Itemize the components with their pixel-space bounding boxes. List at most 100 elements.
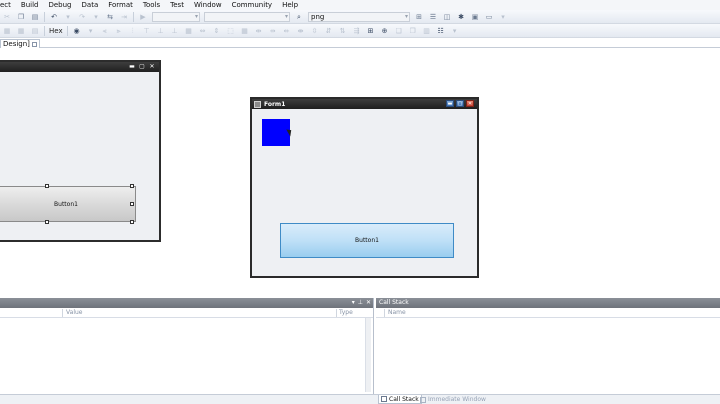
toggle-icon[interactable]: ▤ bbox=[30, 26, 40, 36]
toolbar-overflow-icon[interactable]: ▾ bbox=[450, 26, 460, 36]
menu-test[interactable]: Test bbox=[165, 0, 189, 10]
grid-icon[interactable]: ▦ bbox=[16, 26, 26, 36]
designer-button1[interactable]: Button1 bbox=[0, 186, 136, 222]
paste-icon[interactable]: ▤ bbox=[30, 12, 40, 22]
vertical-scrollbar[interactable] bbox=[365, 318, 371, 392]
navigate-icon[interactable]: ⇆ bbox=[105, 12, 115, 22]
solution-platform-combo[interactable]: ▾ bbox=[204, 11, 290, 22]
standard-toolbar: ✂ ❐ ▤ ↶ ▾ ↷ ▾ ⇆ ⇥ ▶ ▾ ▾ ⌕ png ▾ ⊞ ☰ ◫ ✱ ▣… bbox=[0, 10, 720, 24]
toolbar-overflow-icon[interactable]: ▾ bbox=[498, 12, 508, 22]
increase-spacing-icon[interactable]: ⇸ bbox=[268, 26, 278, 36]
breakpoint-icon[interactable]: ◉ bbox=[72, 26, 82, 36]
resize-handle[interactable] bbox=[130, 184, 134, 188]
menu-build[interactable]: Build bbox=[16, 0, 44, 10]
find-in-files-icon[interactable]: ⌕ bbox=[294, 12, 304, 22]
remove-spacing-icon[interactable]: ⇼ bbox=[296, 26, 306, 36]
redo-icon[interactable]: ↷ bbox=[77, 12, 87, 22]
toolbox-icon[interactable]: ✱ bbox=[456, 12, 466, 22]
start-debugging-icon[interactable]: ▶ bbox=[138, 12, 148, 22]
menu-project[interactable]: ect bbox=[0, 0, 16, 10]
menu-tools[interactable]: Tools bbox=[138, 0, 165, 10]
blue-panel[interactable] bbox=[262, 119, 290, 146]
form1-button1[interactable]: Button1 bbox=[280, 223, 454, 258]
minimize-icon[interactable]: ▬ bbox=[446, 100, 454, 107]
tab-immediate-window[interactable]: Immediate Window bbox=[418, 395, 488, 404]
menu-format[interactable]: Format bbox=[103, 0, 138, 10]
call-stack-title: Call Stack bbox=[379, 299, 409, 306]
app-icon[interactable] bbox=[254, 100, 261, 108]
hex-toggle-label[interactable]: Hex bbox=[49, 27, 63, 35]
make-same-size-icon[interactable]: ⬚ bbox=[226, 26, 236, 36]
tab-form1-design[interactable]: Design] bbox=[0, 39, 40, 48]
bring-to-front-icon[interactable]: ❏ bbox=[394, 26, 404, 36]
align-rights-icon[interactable]: ⫶ bbox=[128, 26, 138, 36]
call-stack-header[interactable]: Call Stack bbox=[376, 298, 720, 308]
tab-pin-icon[interactable] bbox=[31, 41, 37, 47]
column-separator[interactable] bbox=[384, 309, 385, 317]
decrease-spacing-icon[interactable]: ⇷ bbox=[282, 26, 292, 36]
error-list-icon[interactable]: ▣ bbox=[470, 12, 480, 22]
navigate-forward-icon[interactable]: ⇥ bbox=[119, 12, 129, 22]
vertical-spacing-icon[interactable]: ⇳ bbox=[310, 26, 320, 36]
center-vertically-icon[interactable]: ⊕ bbox=[380, 26, 390, 36]
align-bottoms-icon[interactable]: ⊥ bbox=[170, 26, 180, 36]
resize-handle[interactable] bbox=[45, 184, 49, 188]
align-middles-icon[interactable]: ⊥ bbox=[156, 26, 166, 36]
send-to-back-icon[interactable]: ❐ bbox=[408, 26, 418, 36]
object-browser-icon[interactable]: ◫ bbox=[442, 12, 452, 22]
resize-handle[interactable] bbox=[130, 202, 134, 206]
locals-panel-header[interactable]: ▾ ⊥ ✕ bbox=[0, 298, 373, 308]
align-to-grid-icon[interactable]: ▦ bbox=[184, 26, 194, 36]
align-tops-icon[interactable]: ⊤ bbox=[142, 26, 152, 36]
column-type[interactable]: Type bbox=[339, 309, 353, 317]
form1-window[interactable]: Form1 ▬ ▢ ✕ Button1 bbox=[250, 97, 479, 278]
tab-order-icon[interactable]: ▥ bbox=[422, 26, 432, 36]
copy-icon[interactable]: ❐ bbox=[16, 12, 26, 22]
tab-call-stack[interactable]: Call Stack bbox=[378, 395, 422, 404]
toolbar-separator bbox=[133, 11, 134, 22]
tab-call-stack-label: Call Stack bbox=[389, 395, 419, 403]
menu-window[interactable]: Window bbox=[189, 0, 227, 10]
resize-handle[interactable] bbox=[45, 220, 49, 224]
column-name[interactable]: Name bbox=[388, 309, 406, 317]
decrease-vspacing-icon[interactable]: ⇅ bbox=[338, 26, 348, 36]
close-icon[interactable]: ✕ bbox=[366, 298, 371, 308]
solution-explorer-icon[interactable]: ⊞ bbox=[414, 12, 424, 22]
window-position-icon[interactable]: ▾ bbox=[352, 298, 355, 308]
make-same-height-icon[interactable]: ⇕ bbox=[212, 26, 222, 36]
menu-data[interactable]: Data bbox=[77, 0, 104, 10]
maximize-icon[interactable]: ▢ bbox=[456, 100, 464, 107]
align-lefts-icon[interactable]: ⫷ bbox=[100, 26, 110, 36]
solution-configuration-combo[interactable]: ▾ bbox=[152, 11, 200, 22]
menu-debug[interactable]: Debug bbox=[43, 0, 76, 10]
remove-vspacing-icon[interactable]: ⇶ bbox=[352, 26, 362, 36]
pin-icon[interactable]: ⊥ bbox=[358, 298, 363, 308]
column-separator[interactable] bbox=[62, 309, 63, 317]
size-to-grid-icon[interactable]: ▦ bbox=[240, 26, 250, 36]
find-combo[interactable]: png ▾ bbox=[308, 11, 410, 22]
undo-icon[interactable]: ↶ bbox=[49, 12, 59, 22]
close-icon[interactable]: ✕ bbox=[466, 100, 474, 107]
center-horizontally-icon[interactable]: ⊞ bbox=[366, 26, 376, 36]
properties-icon[interactable]: ☰ bbox=[428, 12, 438, 22]
column-value[interactable]: Value bbox=[66, 309, 82, 317]
menu-help[interactable]: Help bbox=[277, 0, 303, 10]
resize-handle[interactable] bbox=[130, 220, 134, 224]
increase-vspacing-icon[interactable]: ⇵ bbox=[324, 26, 334, 36]
make-same-width-icon[interactable]: ⇔ bbox=[198, 26, 208, 36]
dropdown-icon[interactable]: ▾ bbox=[91, 12, 101, 22]
align-icon[interactable]: ▦ bbox=[2, 26, 12, 36]
options-icon[interactable]: ▭ bbox=[484, 12, 494, 22]
menu-community[interactable]: Community bbox=[227, 0, 278, 10]
column-separator[interactable] bbox=[336, 309, 337, 317]
tab-immediate-window-label: Immediate Window bbox=[428, 396, 486, 403]
horizontal-spacing-icon[interactable]: ⇹ bbox=[254, 26, 264, 36]
lock-controls-icon[interactable]: ☷ bbox=[436, 26, 446, 36]
form1-titlebar[interactable]: Form1 ▬ ▢ ✕ bbox=[252, 99, 477, 109]
call-stack-icon bbox=[381, 396, 387, 402]
align-centers-icon[interactable]: ⫸ bbox=[114, 26, 124, 36]
dropdown-icon[interactable]: ▾ bbox=[86, 26, 96, 36]
cut-icon[interactable]: ✂ bbox=[2, 12, 12, 22]
dropdown-icon[interactable]: ▾ bbox=[63, 12, 73, 22]
designer-form-window[interactable]: ▬ ▢ ✕ Button1 bbox=[0, 60, 161, 242]
